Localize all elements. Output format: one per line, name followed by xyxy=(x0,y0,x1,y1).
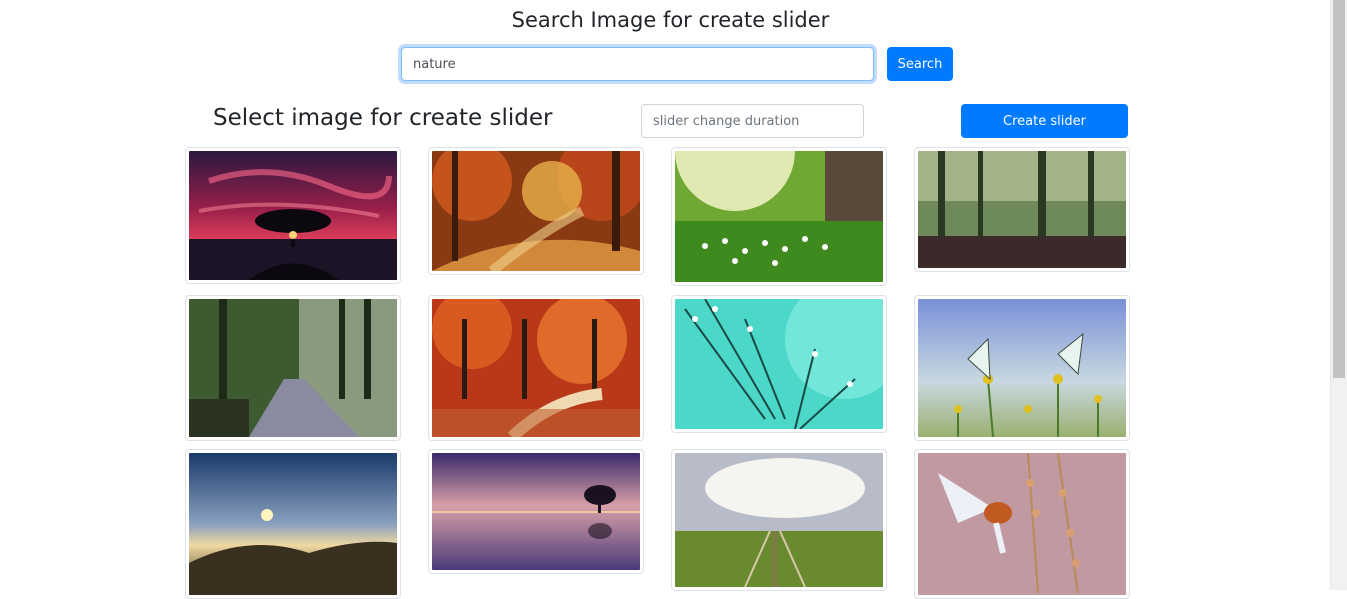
gallery-image[interactable] xyxy=(428,295,644,441)
duration-input[interactable] xyxy=(641,104,864,138)
page-title: Search Image for create slider xyxy=(511,8,830,32)
section-title: Select image for create slider xyxy=(213,105,553,131)
gallery-image[interactable] xyxy=(671,147,887,286)
butterflies-flowers-photo xyxy=(918,299,1126,437)
bird-flowers-photo xyxy=(918,453,1126,595)
gallery-image[interactable] xyxy=(671,295,887,433)
gallery-image[interactable] xyxy=(914,295,1130,441)
gallery-image[interactable] xyxy=(428,147,644,275)
gallery-image[interactable] xyxy=(428,449,644,574)
railway-track-photo xyxy=(675,453,883,587)
autumn-forest-photo xyxy=(432,151,640,271)
red-autumn-path-photo xyxy=(432,299,640,437)
gallery-image[interactable] xyxy=(914,449,1130,599)
search-input[interactable] xyxy=(401,47,874,81)
misty-forest-photo xyxy=(918,151,1126,268)
page-scrollbar[interactable] xyxy=(1330,0,1347,590)
sunset-tree-photo xyxy=(189,151,397,280)
gallery-image[interactable] xyxy=(185,147,401,284)
gallery-image[interactable] xyxy=(185,449,401,599)
gallery-image[interactable] xyxy=(671,449,887,591)
gallery-image[interactable] xyxy=(914,147,1130,272)
daisy-meadow-photo xyxy=(675,151,883,282)
scrollbar-thumb[interactable] xyxy=(1333,0,1345,378)
mountain-clouds-photo xyxy=(189,453,397,595)
lake-tree-reflection-photo xyxy=(432,453,640,570)
forest-road-photo xyxy=(189,299,397,437)
dandelion-dew-photo xyxy=(675,299,883,429)
gallery-image[interactable] xyxy=(185,295,401,441)
create-slider-button[interactable]: Create slider xyxy=(961,104,1128,138)
search-button[interactable]: Search xyxy=(887,47,953,81)
